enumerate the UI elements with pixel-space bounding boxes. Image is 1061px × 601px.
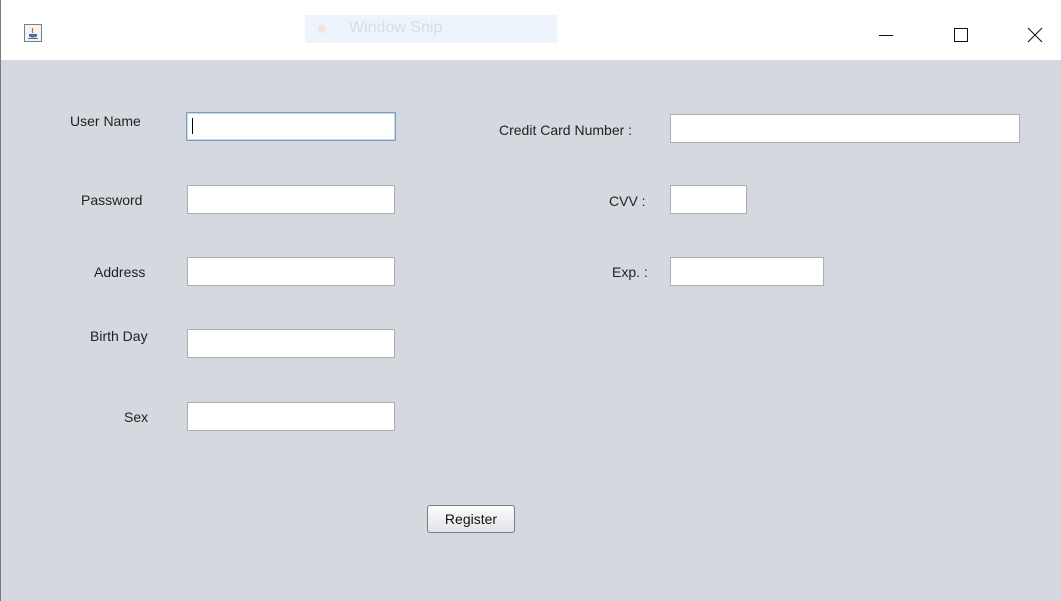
minimize-icon — [879, 35, 893, 36]
title-bar: Window Snip — [1, 0, 1061, 60]
window-snip-overlay: Window Snip — [305, 15, 557, 43]
cvv-label: CVV : — [609, 193, 646, 209]
snip-indicator-icon — [318, 25, 326, 33]
minimize-button[interactable] — [868, 15, 914, 55]
sex-label: Sex — [124, 409, 149, 425]
exp-field[interactable] — [670, 257, 824, 286]
cvv-field[interactable] — [670, 185, 747, 214]
birthday-field[interactable] — [187, 329, 395, 358]
java-app-icon[interactable] — [24, 24, 42, 42]
address-label: Address — [94, 264, 146, 280]
maximize-icon — [954, 28, 968, 42]
register-button[interactable]: Register — [427, 505, 515, 533]
username-label: User Name — [70, 113, 141, 129]
birthday-label: Birth Day — [90, 328, 148, 344]
address-field[interactable] — [187, 257, 395, 286]
password-label: Password — [81, 192, 143, 208]
credit-card-label: Credit Card Number : — [499, 122, 633, 138]
close-icon — [1027, 27, 1043, 43]
username-field[interactable] — [186, 112, 396, 141]
exp-label: Exp. : — [612, 264, 648, 280]
sex-field[interactable] — [187, 402, 395, 431]
text-caret — [192, 118, 193, 134]
maximize-button[interactable] — [938, 15, 984, 55]
credit-card-field[interactable] — [670, 114, 1020, 143]
window-snip-label: Window Snip — [349, 19, 443, 36]
close-button[interactable] — [1008, 15, 1054, 55]
password-field[interactable] — [187, 185, 395, 214]
app-window: Window Snip User Name Password Address B… — [0, 0, 1061, 601]
